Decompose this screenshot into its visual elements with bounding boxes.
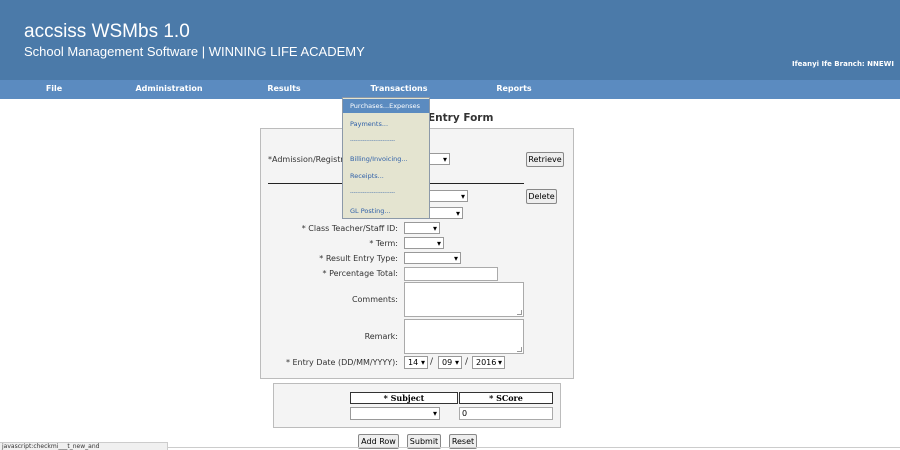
resize-handle-icon[interactable] [517,347,522,352]
branch-label: Ifeanyi Ife Branch: NNEWI [791,60,894,68]
menu-bar: File Administration Results Transactions… [0,80,900,99]
menu-reports[interactable]: Reports [496,84,531,93]
remark-label: Remark: [364,332,398,341]
resize-handle-icon[interactable] [517,310,522,315]
term-select[interactable] [404,237,444,249]
subject-score-panel [273,383,561,428]
dropdown-item-payments[interactable]: Payments... [343,117,429,131]
app-title: accsiss WSMbs 1.0 [24,21,190,42]
app-header: accsiss WSMbs 1.0 School Management Soft… [0,0,900,80]
dropdown-item-gl-posting[interactable]: GL Posting... [343,204,429,218]
date-separator: / [465,357,469,367]
score-column-header: * SCore [459,392,553,404]
dropdown-item-purchases-expenses[interactable]: Purchases...Expenses [343,99,429,113]
term-label: * Term: [369,239,398,248]
date-year-select[interactable]: 2016 [472,356,505,369]
subject-column-header: * Subject [350,392,458,404]
percentage-total-label: * Percentage Total: [322,269,398,278]
dropdown-item-receipts[interactable]: Receipts... [343,169,429,183]
status-bar: javascript:checkmi___t_new_and [0,442,168,450]
comments-textarea[interactable] [404,282,524,317]
date-day-select[interactable]: 14 [404,356,428,369]
transactions-dropdown: Purchases...Expenses Payments... -------… [342,97,430,219]
dropdown-separator: ------------------------- [350,138,396,144]
window-bottom-edge [168,447,900,448]
menu-administration[interactable]: Administration [135,84,202,93]
menu-file[interactable]: File [46,84,62,93]
result-entry-type-select[interactable] [404,252,461,264]
date-separator: / [430,357,434,367]
class-teacher-select[interactable] [404,222,440,234]
delete-button[interactable]: Delete [526,189,557,204]
score-input[interactable]: 0 [459,407,553,420]
comments-label: Comments: [351,295,398,304]
admission-label: *Admission/Registr [268,155,344,164]
percentage-total-input[interactable] [404,267,498,281]
date-month-select[interactable]: 09 [438,356,462,369]
menu-results[interactable]: Results [267,84,300,93]
result-entry-type-label: * Result Entry Type: [319,254,398,263]
form-title: Entry Form [428,112,494,124]
app-subtitle: School Management Software | WINNING LIF… [24,44,365,59]
menu-transactions[interactable]: Transactions [370,84,427,93]
entry-date-label: * Entry Date (DD/MM/YYYY): [285,358,398,367]
class-teacher-label: * Class Teacher/Staff ID: [301,224,398,233]
dropdown-separator: ------------------------- [350,190,396,196]
subject-select[interactable] [350,407,440,420]
retrieve-button[interactable]: Retrieve [526,152,564,167]
dropdown-item-billing-invoicing[interactable]: Billing/Invoicing... [343,152,429,166]
remark-textarea[interactable] [404,319,524,354]
